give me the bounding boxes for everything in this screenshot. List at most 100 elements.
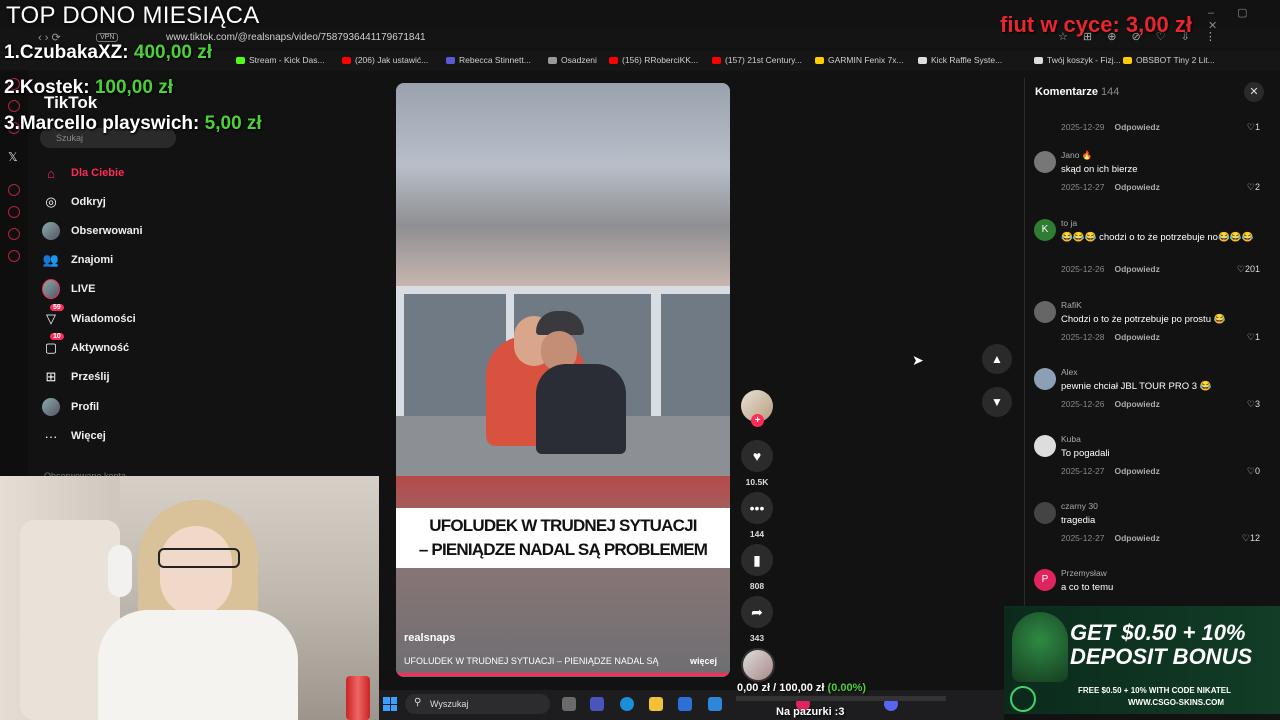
edge-icon[interactable] — [620, 697, 634, 711]
comment-reply-button[interactable]: Odpowiedz — [1114, 399, 1159, 409]
settings-icon[interactable] — [8, 250, 20, 262]
comment-like-button[interactable]: ♡12 — [1230, 533, 1260, 544]
sidebar-item-label: Wiadomości — [71, 313, 136, 325]
teams-icon[interactable] — [590, 697, 604, 711]
bookmark-item[interactable]: GARMIN Fenix 7x... — [815, 55, 904, 65]
comment-like-button[interactable]: ♡3 — [1230, 399, 1260, 410]
donor-name: Marcello playswich: — [19, 113, 200, 134]
bookmark-favicon-icon — [1123, 57, 1132, 65]
sidebar-item-live[interactable]: LIVE — [42, 277, 95, 301]
top-donor-row: 2.Kostek: 100,00 zł — [4, 77, 173, 99]
rail-icon-4[interactable] — [8, 184, 20, 196]
rail-icon-6[interactable] — [8, 228, 20, 240]
sidebar-item-label: Obserwowani — [71, 225, 143, 237]
video-progress-bar[interactable] — [396, 673, 730, 676]
music-disc-icon[interactable] — [741, 648, 775, 682]
donation-separator: / — [773, 682, 777, 694]
close-icon: ✕ — [1249, 86, 1259, 98]
bookmark-item[interactable]: (157) 21st Century... — [712, 55, 802, 65]
sidebar-item-aktywność[interactable]: ▢ 10 Aktywność — [42, 333, 130, 360]
comment-action[interactable]: ••• 144 — [741, 492, 773, 539]
follow-plus-icon[interactable]: + — [751, 414, 764, 427]
sidebar-item-wiadomości[interactable]: ▽ 59 Wiadomości — [42, 304, 136, 331]
save-action[interactable]: ▮ 808 — [741, 544, 773, 591]
heart-outline-icon: ♡ — [1246, 399, 1255, 409]
caption-more-link[interactable]: więcej — [690, 656, 717, 666]
comment-like-button[interactable]: ♡201 — [1230, 264, 1260, 275]
comment-username[interactable]: Kuba — [1061, 434, 1081, 444]
comment-reply-button[interactable]: Odpowiedz — [1114, 466, 1159, 476]
next-video-button[interactable]: ▼ — [982, 387, 1012, 417]
comment-like-button[interactable]: ♡1 — [1230, 122, 1260, 133]
video-blurred-bottom — [396, 476, 730, 677]
windows-start-icon[interactable] — [383, 697, 397, 711]
ad-logo-icon — [1010, 686, 1036, 712]
comment-avatar[interactable] — [1034, 301, 1056, 323]
share-action[interactable]: ➦ 343 — [741, 596, 773, 643]
heart-icon[interactable]: ♥ — [741, 440, 773, 472]
comment-username[interactable]: czarny 30 — [1061, 501, 1098, 511]
comment-icon[interactable]: ••• — [741, 492, 773, 524]
store-icon[interactable] — [678, 697, 692, 711]
comment-meta: 2025-12-26 Odpowiedz — [1061, 399, 1160, 409]
bookmark-label: GARMIN Fenix 7x... — [828, 55, 904, 65]
comment-reply-button[interactable]: Odpowiedz — [1114, 332, 1159, 342]
comment-avatar[interactable] — [1034, 151, 1056, 173]
comment-username[interactable]: to ja — [1061, 218, 1077, 228]
video-author[interactable]: realsnaps — [404, 632, 455, 644]
share-icon[interactable]: ➦ — [741, 596, 773, 628]
comment-username[interactable]: Jano 🔥 — [1061, 150, 1092, 161]
sidebar-item-odkryj[interactable]: ◎ Odkryj — [42, 190, 106, 214]
bookmark-item[interactable]: Osadzeni — [548, 55, 597, 65]
mail-icon[interactable] — [708, 697, 722, 711]
x-twitter-icon[interactable]: 𝕏 — [8, 150, 18, 164]
comment-avatar[interactable] — [1034, 368, 1056, 390]
sidebar-item-dla-ciebie[interactable]: ⌂ Dla Ciebie — [42, 161, 124, 185]
sidebar-item-label: Aktywność — [71, 342, 130, 354]
like-count: 10.5K — [745, 477, 769, 487]
bookmark-icon[interactable]: ▮ — [741, 544, 773, 576]
close-comments-button[interactable]: ✕ — [1244, 82, 1264, 102]
file-explorer-icon[interactable] — [649, 697, 663, 711]
ad-mascot — [1012, 612, 1068, 682]
comment-username[interactable]: RafiK — [1061, 300, 1082, 310]
like-action[interactable]: ♥ 10.5K — [741, 440, 773, 487]
sidebar-item-znajomi[interactable]: 👥 Znajomi — [42, 248, 113, 272]
comment-reply-button[interactable]: Odpowiedz — [1114, 122, 1159, 132]
comment-avatar[interactable] — [1034, 435, 1056, 457]
bookmark-item[interactable]: Stream - Kick Das... — [236, 55, 325, 65]
window-controls-icon[interactable]: – ▢ ✕ — [1208, 6, 1280, 32]
comment-avatar[interactable] — [1034, 502, 1056, 524]
bookmark-item[interactable]: Rebecca Stinnett... — [446, 55, 531, 65]
comment-avatar[interactable]: K — [1034, 219, 1056, 241]
sidebar-item-więcej[interactable]: ··· Więcej — [42, 424, 106, 448]
comment-like-button[interactable]: ♡1 — [1230, 332, 1260, 343]
bookmark-item[interactable]: Kick Raffle Syste... — [918, 55, 1002, 65]
comment-like-count: 0 — [1254, 466, 1260, 476]
bookmark-label: (206) Jak ustawić... — [355, 55, 429, 65]
comment-avatar[interactable]: P — [1034, 569, 1056, 591]
sidebar-item-prześlij[interactable]: ⊞ Prześlij — [42, 365, 110, 389]
previous-video-button[interactable]: ▲ — [982, 344, 1012, 374]
video-player[interactable]: UFOLUDEK W TRUDNEJ SYTUACJI – PIENIĄDZE … — [396, 83, 730, 677]
comment-like-button[interactable]: ♡0 — [1230, 466, 1260, 477]
vpn-badge[interactable]: VPN — [96, 33, 119, 42]
comment-username[interactable]: Przemysław — [1061, 568, 1107, 578]
sidebar-item-profil[interactable]: Profil — [42, 395, 99, 419]
comment-username[interactable]: Alex — [1061, 367, 1078, 377]
bookmark-item[interactable]: (206) Jak ustawić... — [342, 55, 428, 65]
profile-avatar-icon — [42, 398, 60, 416]
comment-reply-button[interactable]: Odpowiedz — [1114, 182, 1159, 192]
rail-icon-5[interactable] — [8, 206, 20, 218]
bookmark-item[interactable]: OBSBOT Tiny 2 Lit... — [1123, 55, 1215, 65]
task-view-icon[interactable] — [562, 697, 576, 711]
sidebar-item-obserwowani[interactable]: Obserwowani — [42, 219, 143, 243]
headline-line-2: – PIENIĄDZE NADAL SĄ PROBLEMEM — [418, 540, 708, 559]
comment-reply-button[interactable]: Odpowiedz — [1114, 533, 1159, 543]
bookmark-item[interactable]: (156) RRoberciKK... — [609, 55, 698, 65]
comment-like-button[interactable]: ♡2 — [1230, 182, 1260, 193]
rail-icon-2[interactable] — [8, 100, 20, 112]
taskbar-search-input[interactable] — [405, 694, 550, 714]
comment-reply-button[interactable]: Odpowiedz — [1114, 264, 1159, 274]
bookmark-item[interactable]: Twój koszyk - Fizj... — [1034, 55, 1121, 65]
